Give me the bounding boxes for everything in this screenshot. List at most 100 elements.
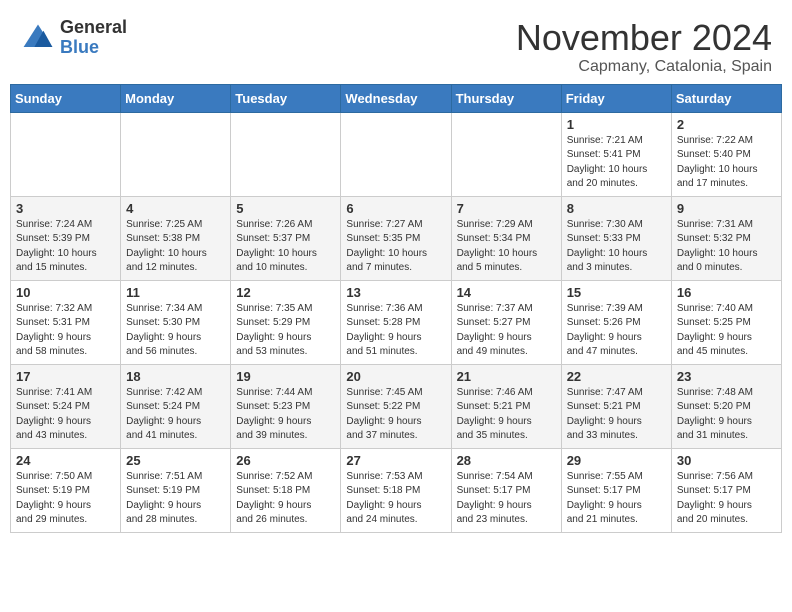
day-number: 19 — [236, 369, 335, 384]
calendar-cell: 23 Sunrise: 7:48 AMSunset: 5:20 PMDayligh… — [671, 364, 781, 448]
day-number: 10 — [16, 285, 115, 300]
weekday-header-tuesday: Tuesday — [231, 84, 341, 112]
day-number: 20 — [346, 369, 445, 384]
calendar-week-2: 10Sunrise: 7:32 AMSunset: 5:31 PMDayligh… — [11, 280, 782, 364]
day-number: 29 — [567, 453, 666, 468]
calendar-cell: 3 Sunrise: 7:24 AMSunset: 5:39 PMDaylight… — [11, 196, 121, 280]
calendar-week-3: 17 Sunrise: 7:41 AMSunset: 5:24 PMDayligh… — [11, 364, 782, 448]
calendar-week-1: 3 Sunrise: 7:24 AMSunset: 5:39 PMDaylight… — [11, 196, 782, 280]
day-info: Sunrise: 7:44 AMSunset: 5:23 PMDaylight:… — [236, 386, 335, 444]
day-info: Sunrise: 7:36 AMSunset: 5:28 PMDaylight:… — [346, 302, 445, 360]
calendar-cell: 14Sunrise: 7:37 AMSunset: 5:27 PMDayligh… — [451, 280, 561, 364]
calendar-cell: 29 Sunrise: 7:55 AMSunset: 5:17 PMDayligh… — [561, 448, 671, 532]
day-number: 30 — [677, 453, 776, 468]
day-info: Sunrise: 7:37 AMSunset: 5:27 PMDaylight:… — [457, 302, 556, 360]
day-info: Sunrise: 7:41 AMSunset: 5:24 PMDaylight:… — [16, 386, 115, 444]
calendar-cell — [451, 112, 561, 196]
calendar-cell — [121, 112, 231, 196]
day-info: Sunrise: 7:48 AMSunset: 5:20 PMDaylight:… — [677, 386, 776, 444]
day-number: 6 — [346, 201, 445, 216]
logo: General Blue — [20, 18, 127, 58]
day-info: Sunrise: 7:27 AMSunset: 5:35 PMDaylight:… — [346, 218, 445, 276]
logo-text: General Blue — [60, 18, 127, 58]
day-number: 22 — [567, 369, 666, 384]
day-number: 28 — [457, 453, 556, 468]
day-number: 26 — [236, 453, 335, 468]
location: Capmany, Catalonia, Spain — [516, 58, 772, 76]
day-number: 2 — [677, 117, 776, 132]
logo-blue: Blue — [60, 38, 127, 58]
month-title: November 2024 — [516, 18, 772, 58]
calendar-cell: 17 Sunrise: 7:41 AMSunset: 5:24 PMDayligh… — [11, 364, 121, 448]
day-number: 8 — [567, 201, 666, 216]
day-info: Sunrise: 7:55 AMSunset: 5:17 PMDaylight:… — [567, 470, 666, 528]
calendar-cell: 21 Sunrise: 7:46 AMSunset: 5:21 PMDayligh… — [451, 364, 561, 448]
calendar-cell: 26 Sunrise: 7:52 AMSunset: 5:18 PMDayligh… — [231, 448, 341, 532]
day-number: 25 — [126, 453, 225, 468]
day-number: 23 — [677, 369, 776, 384]
weekday-header-monday: Monday — [121, 84, 231, 112]
calendar-cell: 27Sunrise: 7:53 AMSunset: 5:18 PMDayligh… — [341, 448, 451, 532]
day-info: Sunrise: 7:46 AMSunset: 5:21 PMDaylight:… — [457, 386, 556, 444]
weekday-header-sunday: Sunday — [11, 84, 121, 112]
day-info: Sunrise: 7:45 AMSunset: 5:22 PMDaylight:… — [346, 386, 445, 444]
day-info: Sunrise: 7:51 AMSunset: 5:19 PMDaylight:… — [126, 470, 225, 528]
calendar-cell: 16 Sunrise: 7:40 AMSunset: 5:25 PMDayligh… — [671, 280, 781, 364]
calendar-cell: 6 Sunrise: 7:27 AMSunset: 5:35 PMDaylight… — [341, 196, 451, 280]
day-number: 9 — [677, 201, 776, 216]
day-info: Sunrise: 7:40 AMSunset: 5:25 PMDaylight:… — [677, 302, 776, 360]
day-info: Sunrise: 7:50 AMSunset: 5:19 PMDaylight:… — [16, 470, 115, 528]
logo-general: General — [60, 18, 127, 38]
day-info: Sunrise: 7:29 AMSunset: 5:34 PMDaylight:… — [457, 218, 556, 276]
day-number: 21 — [457, 369, 556, 384]
weekday-row: SundayMondayTuesdayWednesdayThursdayFrid… — [11, 84, 782, 112]
calendar-cell: 30 Sunrise: 7:56 AMSunset: 5:17 PMDayligh… — [671, 448, 781, 532]
calendar-body: 1 Sunrise: 7:21 AMSunset: 5:41 PMDaylight… — [11, 112, 782, 532]
day-info: Sunrise: 7:56 AMSunset: 5:17 PMDaylight:… — [677, 470, 776, 528]
day-info: Sunrise: 7:21 AMSunset: 5:41 PMDaylight:… — [567, 134, 666, 192]
weekday-header-thursday: Thursday — [451, 84, 561, 112]
day-number: 13 — [346, 285, 445, 300]
logo-icon — [20, 20, 56, 56]
day-number: 17 — [16, 369, 115, 384]
day-number: 1 — [567, 117, 666, 132]
calendar-header: SundayMondayTuesdayWednesdayThursdayFrid… — [11, 84, 782, 112]
day-info: Sunrise: 7:42 AMSunset: 5:24 PMDaylight:… — [126, 386, 225, 444]
day-number: 16 — [677, 285, 776, 300]
day-info: Sunrise: 7:52 AMSunset: 5:18 PMDaylight:… — [236, 470, 335, 528]
calendar-cell: 15 Sunrise: 7:39 AMSunset: 5:26 PMDayligh… — [561, 280, 671, 364]
day-number: 4 — [126, 201, 225, 216]
day-number: 18 — [126, 369, 225, 384]
calendar-cell: 28 Sunrise: 7:54 AMSunset: 5:17 PMDayligh… — [451, 448, 561, 532]
day-info: Sunrise: 7:25 AMSunset: 5:38 PMDaylight:… — [126, 218, 225, 276]
day-info: Sunrise: 7:24 AMSunset: 5:39 PMDaylight:… — [16, 218, 115, 276]
calendar-cell: 7 Sunrise: 7:29 AMSunset: 5:34 PMDaylight… — [451, 196, 561, 280]
weekday-header-saturday: Saturday — [671, 84, 781, 112]
calendar-cell: 8Sunrise: 7:30 AMSunset: 5:33 PMDaylight… — [561, 196, 671, 280]
calendar-cell: 2Sunrise: 7:22 AMSunset: 5:40 PMDaylight… — [671, 112, 781, 196]
calendar-cell: 12Sunrise: 7:35 AMSunset: 5:29 PMDayligh… — [231, 280, 341, 364]
weekday-header-friday: Friday — [561, 84, 671, 112]
day-info: Sunrise: 7:53 AMSunset: 5:18 PMDaylight:… — [346, 470, 445, 528]
day-number: 11 — [126, 285, 225, 300]
day-info: Sunrise: 7:47 AMSunset: 5:21 PMDaylight:… — [567, 386, 666, 444]
calendar-cell: 22 Sunrise: 7:47 AMSunset: 5:21 PMDayligh… — [561, 364, 671, 448]
day-info: Sunrise: 7:54 AMSunset: 5:17 PMDaylight:… — [457, 470, 556, 528]
weekday-header-wednesday: Wednesday — [341, 84, 451, 112]
day-number: 3 — [16, 201, 115, 216]
calendar-week-4: 24Sunrise: 7:50 AMSunset: 5:19 PMDayligh… — [11, 448, 782, 532]
calendar-cell: 24Sunrise: 7:50 AMSunset: 5:19 PMDayligh… — [11, 448, 121, 532]
calendar-cell: 4 Sunrise: 7:25 AMSunset: 5:38 PMDaylight… — [121, 196, 231, 280]
calendar-cell: 19 Sunrise: 7:44 AMSunset: 5:23 PMDayligh… — [231, 364, 341, 448]
calendar: SundayMondayTuesdayWednesdayThursdayFrid… — [10, 84, 782, 533]
calendar-cell: 1 Sunrise: 7:21 AMSunset: 5:41 PMDaylight… — [561, 112, 671, 196]
day-number: 7 — [457, 201, 556, 216]
calendar-week-0: 1 Sunrise: 7:21 AMSunset: 5:41 PMDaylight… — [11, 112, 782, 196]
day-info: Sunrise: 7:26 AMSunset: 5:37 PMDaylight:… — [236, 218, 335, 276]
calendar-cell — [11, 112, 121, 196]
calendar-cell: 11Sunrise: 7:34 AMSunset: 5:30 PMDayligh… — [121, 280, 231, 364]
page-header: General Blue November 2024 Capmany, Cata… — [10, 10, 782, 76]
day-info: Sunrise: 7:39 AMSunset: 5:26 PMDaylight:… — [567, 302, 666, 360]
day-number: 15 — [567, 285, 666, 300]
calendar-cell: 13 Sunrise: 7:36 AMSunset: 5:28 PMDayligh… — [341, 280, 451, 364]
